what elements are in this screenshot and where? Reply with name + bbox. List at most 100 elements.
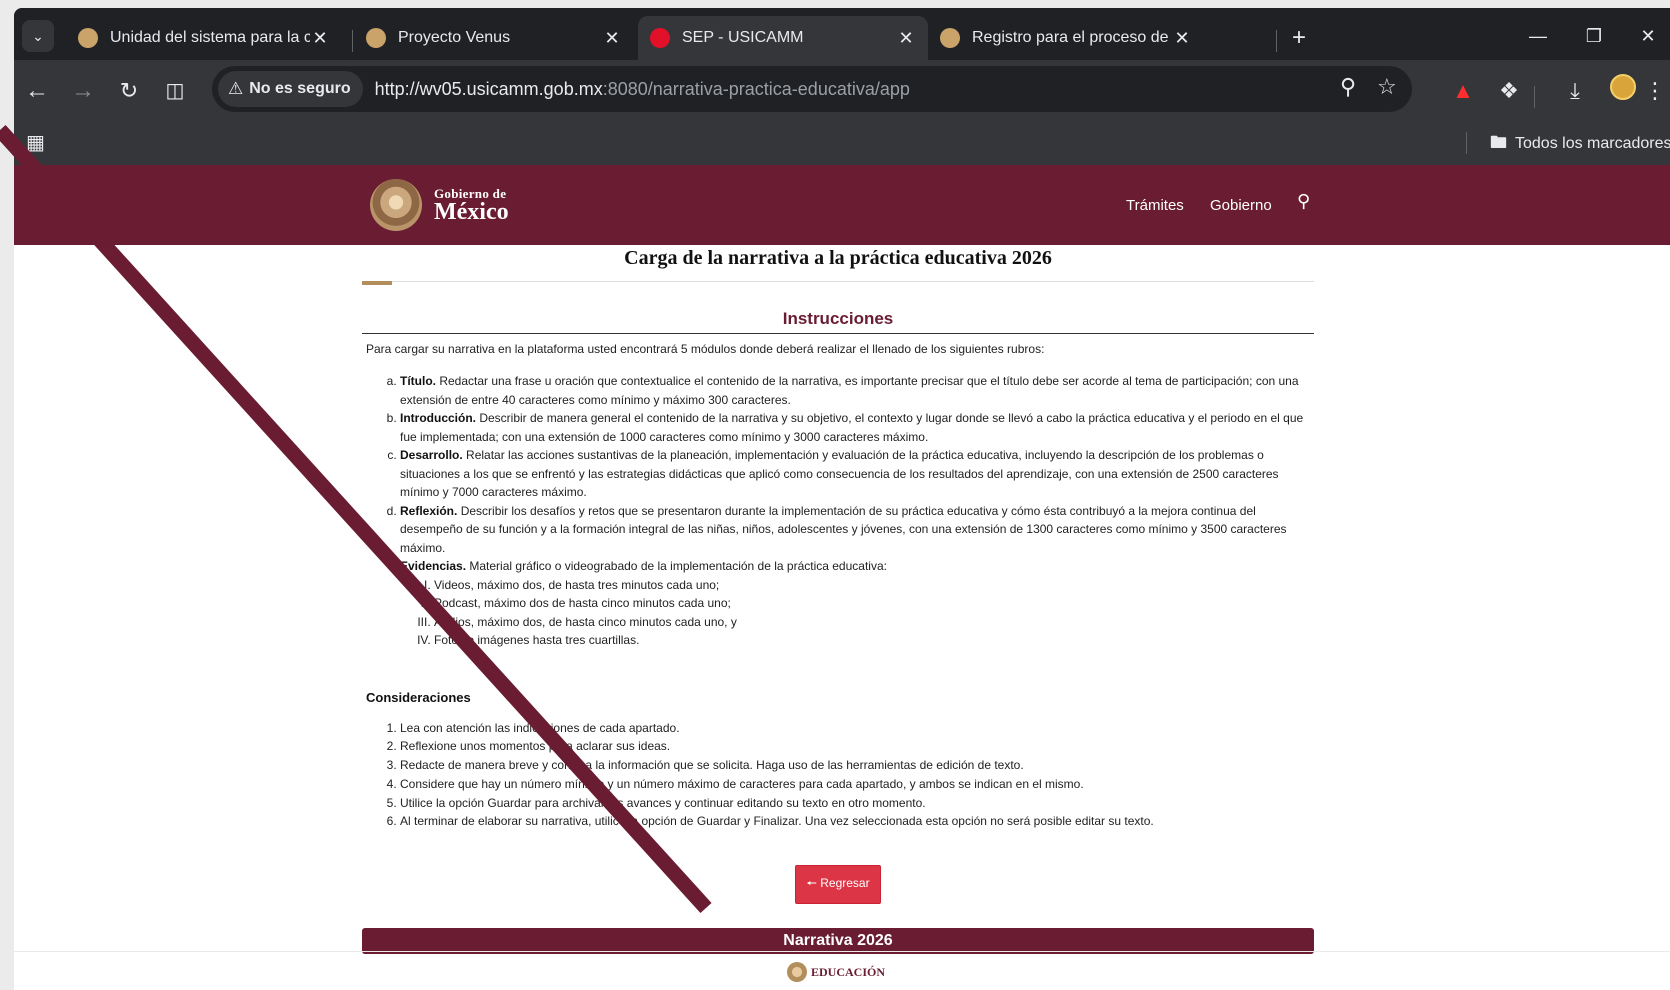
profile-avatar[interactable] (1610, 74, 1636, 100)
list-item: Lea con atención las indicaciones de cad… (400, 719, 1314, 738)
rubro-text: Redactar una frase u oración que context… (400, 374, 1299, 407)
tab-registro[interactable]: Registro para el proceso de Prá ✕ (928, 16, 1204, 60)
split-view-icon[interactable]: ◫ (158, 74, 192, 108)
tab-strip: ⌄ Unidad del sistema para la carre ✕ Pro… (14, 8, 1670, 60)
tab-separator (352, 30, 353, 52)
puzzle-icon[interactable]: ❖ (1494, 76, 1524, 106)
list-item: Reflexione unos momentos para aclarar su… (400, 737, 1314, 756)
toolbar-separator (1534, 86, 1535, 108)
minimize-icon[interactable]: — (1518, 22, 1558, 50)
bookmarks-separator (1466, 132, 1467, 154)
rubro-term: Reflexión. (400, 503, 458, 518)
title-divider (362, 281, 1314, 289)
evidencias-list: Videos, máximo dos, de hasta tres minuto… (400, 576, 1314, 650)
instructions-heading: Instrucciones (362, 309, 1314, 334)
main-content: Carga de la narrativa a la práctica educ… (362, 245, 1314, 955)
list-item: Fotos o imágenes hasta tres cuartillas. (434, 631, 1314, 650)
rubro-term: Título. (400, 374, 436, 388)
tab-title: Registro para el proceso de Prá (972, 29, 1172, 46)
logo-big: México (434, 198, 509, 225)
list-item: Título. Redactar una frase u oración que… (400, 372, 1314, 409)
apps-grid-icon[interactable]: ▦ (26, 130, 45, 155)
rubro-text: Material gráfico o videograbado de la im… (466, 559, 887, 573)
tab-favicon-icon (940, 28, 960, 48)
search-icon[interactable]: ⚲ (1297, 191, 1310, 212)
list-item: Reflexión. Describir los desafíos y reto… (400, 502, 1314, 558)
zoom-icon[interactable]: ⚲ (1340, 74, 1356, 100)
tab-sep-usicamm[interactable]: SEP - USICAMM ✕ (638, 16, 928, 60)
url-text[interactable]: http://wv05.usicamm.gob.mx:8080/narrativ… (375, 79, 910, 100)
close-icon[interactable]: ✕ (310, 28, 330, 49)
all-bookmarks-button[interactable]: 🖿 Todos los marcadores (1490, 130, 1670, 159)
logo-small: Gobierno de (434, 185, 507, 201)
footer-logo: EDUCACIÓN (787, 962, 885, 982)
arrow-right-icon[interactable]: → (66, 74, 100, 108)
footer-divider (14, 951, 1670, 952)
regresar-label: Regresar (820, 876, 870, 891)
reload-icon[interactable]: ↻ (112, 74, 146, 108)
gobierno-logo[interactable]: Gobierno de México (370, 179, 509, 231)
list-item: Utilice la opción Guardar para archivar … (400, 794, 1314, 813)
tab-favicon-icon (650, 28, 670, 48)
nav-tramites[interactable]: Trámites (1126, 197, 1184, 214)
list-item: Videos, máximo dos, de hasta tres minuto… (434, 576, 1314, 595)
list-item: Considere que hay un número mínimo y un … (400, 775, 1314, 794)
window-close-icon[interactable]: ✕ (1628, 22, 1668, 50)
url-path: :8080/narrativa-practica-educativa/app (602, 78, 910, 99)
restore-icon[interactable]: ❐ (1574, 22, 1614, 50)
download-icon[interactable]: ⤓ (1560, 76, 1590, 106)
tab-title: Proyecto Venus (398, 29, 511, 46)
rubros-list: Título. Redactar una frase u oración que… (362, 372, 1314, 557)
tab-favicon-icon (78, 28, 98, 48)
rubro-term: Desarrollo. (400, 448, 463, 462)
instructions-intro: Para cargar su narrativa en la plataform… (366, 342, 1045, 356)
tab-title: SEP - USICAMM (682, 29, 804, 46)
gov-header: Gobierno de México Trámites Gobierno ⚲ (14, 165, 1670, 245)
all-bookmarks-label: Todos los marcadores (1515, 135, 1670, 152)
page-title: Carga de la narrativa a la práctica educ… (624, 247, 1052, 269)
tab-proyecto-venus[interactable]: Proyecto Venus ✕ (354, 16, 634, 60)
nav-gobierno[interactable]: Gobierno (1210, 197, 1272, 214)
logo-text: Gobierno de México (434, 187, 509, 224)
chevron-down-icon[interactable]: ⌄ (22, 20, 54, 52)
list-item: Audios, máximo dos, de hasta cinco minut… (434, 613, 1314, 632)
star-icon[interactable]: ☆ (1377, 74, 1397, 100)
kebab-menu-icon[interactable]: ⋮ (1640, 76, 1670, 106)
arrow-left-icon[interactable]: ← (20, 74, 54, 108)
footer-brand: EDUCACIÓN (811, 964, 886, 979)
pdf-icon[interactable]: ▲ (1448, 76, 1478, 106)
rubro-text: Describir los desafíos y retos que se pr… (400, 503, 1287, 555)
regresar-button[interactable]: 🠔 Regresar (795, 865, 881, 905)
folder-icon: 🖿 (1490, 133, 1507, 152)
tab-title: Unidad del sistema para la carre (110, 29, 310, 46)
rubro-text: Relatar las acciones sustantivas de la p… (400, 448, 1279, 499)
considerations-heading: Consideraciones (366, 689, 471, 705)
new-tab-button[interactable]: + (1284, 24, 1314, 54)
footer-seal-icon (787, 962, 807, 982)
list-item: Introducción. Describir de manera genera… (400, 409, 1314, 446)
rubro-text: Describir de manera general el contenido… (400, 411, 1304, 444)
considerations-list: Lea con atención las indicaciones de cad… (362, 719, 1314, 832)
browser-toolbar: ← → ↻ ◫ ⚠ No es seguro http://wv05.usica… (14, 60, 1670, 120)
address-bar[interactable]: ⚠ No es seguro http://wv05.usicamm.gob.m… (212, 66, 1412, 112)
security-chip-label: No es seguro (249, 80, 351, 97)
browser-window: ⌄ Unidad del sistema para la carre ✕ Pro… (14, 8, 1670, 165)
evidencias-item: Evidencias. Material gráfico o videograb… (400, 557, 1314, 576)
url-host: http://wv05.usicamm.gob.mx (374, 78, 603, 99)
warning-icon: ⚠ (228, 79, 244, 98)
list-item: Redacte de manera breve y concisa la inf… (400, 756, 1314, 775)
security-chip[interactable]: ⚠ No es seguro (218, 71, 363, 107)
close-icon[interactable]: ✕ (896, 28, 916, 49)
page-viewport: Gobierno de México Trámites Gobierno ⚲ C… (14, 165, 1670, 990)
list-item: Desarrollo. Relatar las acciones sustant… (400, 446, 1314, 502)
close-icon[interactable]: ✕ (1172, 28, 1192, 49)
tab-separator (1276, 30, 1277, 52)
button-row: 🠔 Regresar (362, 865, 1314, 905)
bookmarks-bar: ▦ 🖿 Todos los marcadores (14, 120, 1670, 165)
rubro-term: Introducción. (400, 411, 476, 425)
tab-unidad[interactable]: Unidad del sistema para la carre ✕ (66, 16, 342, 60)
list-item: Podcast, máximo dos de hasta cinco minut… (434, 594, 1314, 613)
list-item: Al terminar de elaborar su narrativa, ut… (400, 812, 1314, 831)
national-seal-icon (370, 179, 422, 231)
close-icon[interactable]: ✕ (602, 28, 622, 49)
